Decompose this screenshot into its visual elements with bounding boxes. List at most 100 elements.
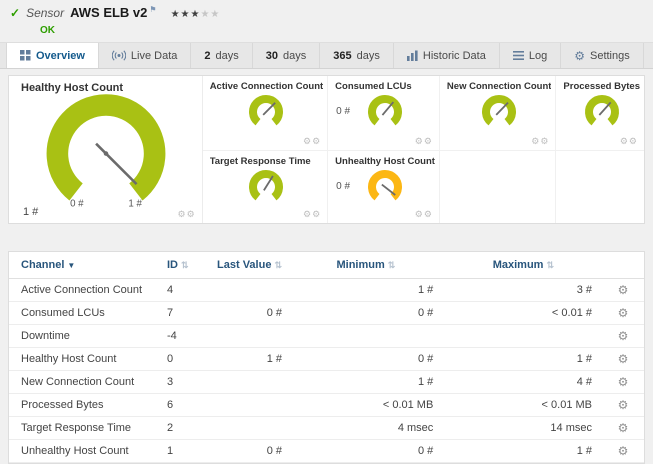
channel-id: 4: [161, 278, 206, 302]
table-row: Consumed LCUs 7 0 # 0 # < 0.01 # ⚙: [9, 301, 644, 325]
gauge-settings-icons[interactable]: ⚙⚙: [620, 136, 638, 147]
mini-gauge-dial: [249, 94, 284, 126]
tab-number: 30: [265, 49, 279, 62]
gear-icon: ⚙: [303, 135, 313, 146]
gauge-cell-unhealthy-host-count[interactable]: Unhealthy Host Count 0 # ⚙⚙: [327, 149, 439, 223]
tab-2-days[interactable]: 2 days: [191, 43, 253, 68]
mini-gauge-dial: [368, 169, 403, 200]
tab-overview[interactable]: Overview: [6, 43, 99, 68]
gauge-settings-icons[interactable]: ⚙⚙: [415, 136, 433, 147]
gear-icon: ⚙: [414, 135, 424, 146]
last-value: [206, 393, 288, 417]
channel-settings-gear-icon[interactable]: ⚙: [618, 352, 629, 366]
channel-name[interactable]: Target Response Time: [9, 416, 161, 440]
tab-settings[interactable]: ⚙ Settings: [561, 43, 644, 68]
channel-settings-gear-icon[interactable]: ⚙: [618, 306, 629, 320]
gauge-cell-new-connection-count[interactable]: New Connection Count ⚙⚙: [438, 76, 556, 150]
tab-label: Historic Data: [422, 49, 486, 62]
gauge-needle: [495, 102, 509, 116]
channel-id: 6: [161, 393, 206, 417]
tab-live-data[interactable]: Live Data: [99, 43, 192, 68]
last-value-column-header[interactable]: Last Value ⇅: [206, 252, 288, 279]
channel-settings-gear-icon[interactable]: ⚙: [618, 329, 629, 343]
table-row: Active Connection Count 4 1 # 3 # ⚙: [9, 278, 644, 302]
channels-table-panel: Channel ▼ ID ⇅ Last Value ⇅ Minimum ⇅ Maximu…: [8, 251, 645, 464]
channel-id: -4: [161, 324, 206, 348]
minimum-value: 0 #: [288, 347, 444, 371]
tab-number: 365: [333, 49, 352, 62]
tab-historic-data[interactable]: Historic Data: [394, 43, 500, 68]
mini-gauge-dial: [249, 169, 284, 200]
last-value: [206, 278, 288, 302]
mini-gauge-dial: [584, 94, 619, 126]
tab-label: Log: [528, 49, 548, 62]
channel-settings-gear-icon[interactable]: ⚙: [618, 283, 629, 297]
channel-id: 1: [161, 439, 206, 463]
tab-log[interactable]: Log: [500, 43, 562, 68]
gauge-cell-consumed-lcus[interactable]: Consumed LCUs 0 # ⚙⚙: [327, 76, 439, 150]
channel-settings-gear-icon[interactable]: ⚙: [618, 375, 629, 389]
channel-settings-gear-icon[interactable]: ⚙: [618, 398, 629, 412]
gauge-value: 0 #: [336, 106, 351, 117]
gauge-cell-processed-bytes[interactable]: Processed Bytes ⚙⚙: [555, 76, 644, 150]
channel-name[interactable]: Unhealthy Host Count: [9, 439, 161, 463]
maximum-column-header[interactable]: Maximum ⇅: [443, 252, 602, 279]
tab-365-days[interactable]: 365 days: [320, 43, 394, 68]
minimum-value: 1 #: [288, 278, 444, 302]
gauge-settings-icons[interactable]: ⚙⚙: [178, 209, 196, 220]
tab-label: days: [283, 49, 307, 62]
last-value: 0 #: [206, 301, 288, 325]
gauge-cell-active-connection-count[interactable]: Active Connection Count ⚙⚙: [203, 76, 327, 150]
maximum-value: 14 msec: [443, 416, 602, 440]
sort-icon: ⇅: [274, 260, 282, 270]
gauge-arc: [249, 94, 284, 126]
gauge-settings-icons[interactable]: ⚙⚙: [303, 209, 321, 220]
gauge-needle: [381, 183, 396, 196]
table-row: Unhealthy Host Count 1 0 # 0 # 1 # ⚙: [9, 439, 644, 463]
gauge-title: Active Connection Count: [209, 81, 324, 92]
tab-30-days[interactable]: 30 days: [253, 43, 321, 68]
channel-settings-gear-icon[interactable]: ⚙: [618, 444, 629, 458]
gear-icon: ⚙: [186, 209, 196, 219]
gear-icon: ⚙: [177, 209, 187, 219]
channel-name[interactable]: New Connection Count: [9, 370, 161, 394]
gauge-cell-target-response-time[interactable]: Target Response Time ⚙⚙: [202, 149, 328, 224]
priority-star-rating[interactable]: ★★★★★: [171, 9, 221, 20]
channel-column-header[interactable]: Channel ▼: [9, 252, 161, 279]
channel-name[interactable]: Healthy Host Count: [9, 347, 161, 371]
sort-icon: ⇅: [181, 260, 189, 270]
channel-name[interactable]: Active Connection Count: [9, 278, 161, 302]
channel-name[interactable]: Downtime: [9, 324, 161, 348]
table-row: Processed Bytes 6 < 0.01 MB < 0.01 MB ⚙: [9, 393, 644, 417]
tab-bar: Overview Live Data 2 days 30 days 365 da…: [0, 42, 653, 69]
channel-id: 0: [161, 347, 206, 371]
last-value: [206, 416, 288, 440]
stars-empty: ★★: [200, 9, 221, 20]
table-row: Healthy Host Count 0 1 # 0 # 1 # ⚙: [9, 347, 644, 371]
gauge-settings-icons[interactable]: ⚙⚙: [531, 136, 549, 147]
last-value: 1 #: [206, 347, 288, 371]
tab-number: 2: [204, 49, 211, 62]
healthy-host-count-gauge[interactable]: Healthy Host Count 0 # 1 # 1 # ⚙⚙: [9, 76, 202, 223]
gauge-arc: [46, 94, 166, 201]
minimum-column-header[interactable]: Minimum ⇅: [288, 252, 444, 279]
gear-icon: ⚙: [414, 209, 424, 219]
gauge-settings-icons[interactable]: ⚙⚙: [415, 209, 433, 220]
maximum-value: 1 #: [443, 347, 602, 371]
maximum-value: < 0.01 MB: [443, 393, 602, 417]
needle-hub: [104, 151, 109, 156]
id-column-header[interactable]: ID ⇅: [161, 252, 206, 279]
gauge-settings-icons[interactable]: ⚙⚙: [303, 136, 321, 147]
gear-icon: ⚙: [312, 209, 322, 219]
empty-cell: [438, 149, 556, 223]
sort-icon: ⇅: [546, 260, 554, 270]
gear-icon: ⚙: [423, 209, 433, 219]
tab-label: Overview: [36, 49, 85, 62]
gear-icon: ⚙: [423, 135, 433, 146]
channel-settings-gear-icon[interactable]: ⚙: [618, 421, 629, 435]
gauge-title: Unhealthy Host Count: [335, 155, 435, 167]
channel-name[interactable]: Consumed LCUs: [9, 301, 161, 325]
gear-icon: ⚙: [628, 135, 638, 146]
channel-name[interactable]: Processed Bytes: [9, 393, 161, 417]
sensor-kind-label: Sensor: [26, 6, 65, 20]
